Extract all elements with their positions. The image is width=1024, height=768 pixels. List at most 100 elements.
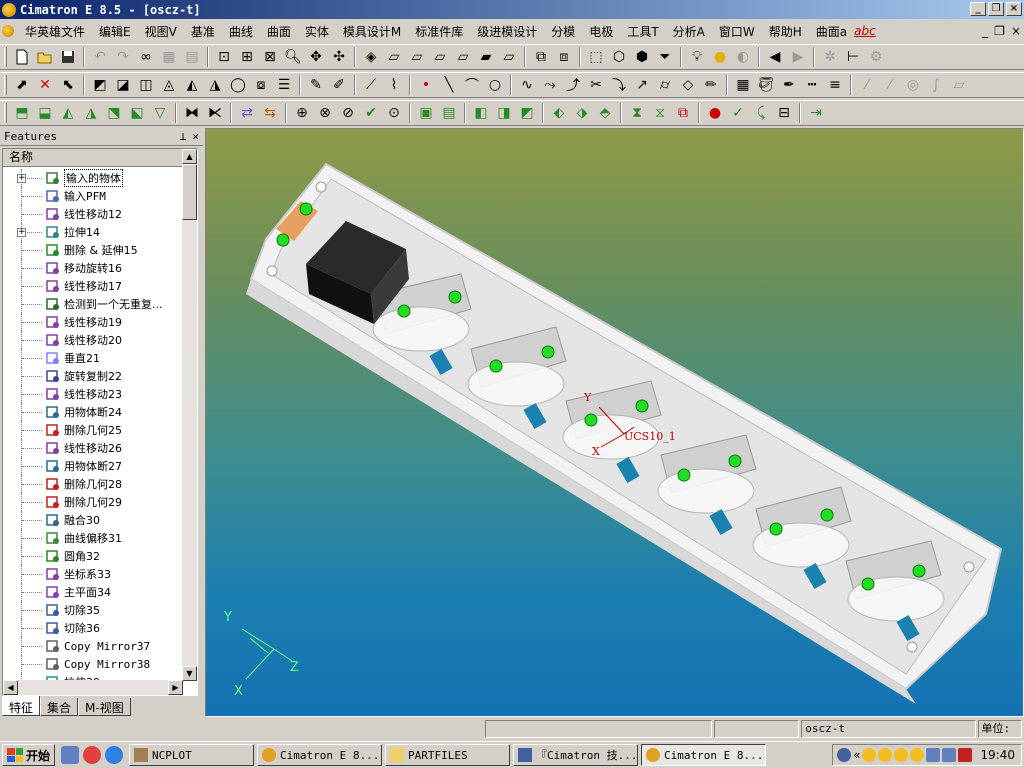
line-style-icon[interactable]: ┅ xyxy=(801,74,823,96)
pattern2-icon[interactable]: ▤ xyxy=(438,102,460,124)
sketch-icon[interactable]: ✎ xyxy=(305,74,327,96)
task-cimatron-2[interactable]: Cimatron E 8.... xyxy=(641,744,767,766)
view-right-icon[interactable]: ▱ xyxy=(429,46,451,68)
feature-tree-item[interactable]: 线性移动17 xyxy=(3,277,183,295)
desktop-icon[interactable] xyxy=(61,746,80,764)
restore-button[interactable]: ❐ xyxy=(988,2,1004,16)
boolean2-icon[interactable]: ⊗ xyxy=(314,102,336,124)
run-icon[interactable]: ⇥ xyxy=(805,102,827,124)
feature-tree-item[interactable]: 曲线偏移31 xyxy=(3,529,183,547)
menu-electrode[interactable]: 电极 xyxy=(582,21,620,42)
mirror-icon[interactable]: ⧓ xyxy=(181,102,203,124)
solid-extrude-icon[interactable]: ⬒ xyxy=(11,102,33,124)
split-icon[interactable]: ◧ xyxy=(470,102,492,124)
new-file-icon[interactable] xyxy=(11,46,33,68)
view-front-icon[interactable]: ▱ xyxy=(383,46,405,68)
ie-icon[interactable] xyxy=(105,746,124,764)
menu-help[interactable]: 帮助H xyxy=(762,21,809,42)
arc-icon[interactable]: ⌒ xyxy=(461,74,483,96)
menu-view[interactable]: 视图V xyxy=(138,21,184,42)
tray-monitor-icon[interactable] xyxy=(926,748,941,762)
scroll-right-arrow-icon[interactable]: ▶ xyxy=(168,680,183,695)
feature-tree-item[interactable]: 检测到一个无重复... xyxy=(3,295,183,313)
menu-edit[interactable]: 编辑E xyxy=(92,21,138,42)
curve-trim-icon[interactable]: ⤴ xyxy=(562,74,584,96)
player-icon[interactable] xyxy=(83,746,102,764)
cut-tool2-icon[interactable]: ⬗ xyxy=(571,102,593,124)
tray-chat2-icon[interactable] xyxy=(910,748,925,762)
light-dim-icon[interactable]: ◐ xyxy=(732,46,754,68)
menu-curve[interactable]: 曲线 xyxy=(222,21,260,42)
menu-window[interactable]: 窗口W xyxy=(712,21,762,42)
tray-network-icon[interactable] xyxy=(837,748,852,762)
tab-m-view[interactable]: M-视图 xyxy=(78,698,131,716)
tray-volume-icon[interactable] xyxy=(942,748,957,762)
isolate-icon[interactable]: ◯ xyxy=(227,74,249,96)
paint-bucket-icon[interactable]: 🪣︎ xyxy=(755,74,777,96)
curve-chain-icon[interactable]: ⤵ xyxy=(608,74,630,96)
feature-tree-item[interactable]: 融合30 xyxy=(3,511,183,529)
heal-icon[interactable]: ⊙ xyxy=(383,102,405,124)
feature-tree-item[interactable]: 删除 & 延伸15 xyxy=(3,241,183,259)
curve-split-icon[interactable]: ✂ xyxy=(585,74,607,96)
feature-tree-item[interactable]: 线性移动26 xyxy=(3,439,183,457)
redo-icon[interactable]: ↷ xyxy=(112,46,134,68)
tree-horizontal-scrollbar[interactable]: ◀ ▶ xyxy=(3,680,183,695)
curve-offset-tool-icon[interactable]: ⤳ xyxy=(539,74,561,96)
task-cimatron-1[interactable]: Cimatron E 8.... xyxy=(257,744,383,766)
layers-icon[interactable]: ⧈ xyxy=(553,46,575,68)
light-bulb-on-icon[interactable]: ● xyxy=(709,46,731,68)
menu-file[interactable]: 华英雄文件 xyxy=(18,21,92,42)
undo-icon[interactable]: ↶ xyxy=(89,46,111,68)
task-cimatron-tech[interactable]: 『Cimatron 技... xyxy=(513,744,639,766)
line-weight-icon[interactable]: ≡ xyxy=(824,74,846,96)
spline-icon[interactable]: ∿ xyxy=(516,74,538,96)
color-picker-icon[interactable]: ✒ xyxy=(778,74,800,96)
sketch-edit-icon[interactable]: ✐ xyxy=(328,74,350,96)
close-button[interactable]: × xyxy=(1006,2,1022,16)
draw-line-icon[interactable]: ⁄ xyxy=(856,74,878,96)
menu-parting[interactable]: 分模 xyxy=(544,21,582,42)
prev-view-icon[interactable]: ◀ xyxy=(764,46,786,68)
solid-revolve-icon[interactable]: ⬓ xyxy=(34,102,56,124)
cylinder-icon[interactable]: ⌭ xyxy=(654,74,676,96)
zoom-all-icon[interactable]: ⊡ xyxy=(213,46,235,68)
view-left-icon[interactable]: ▱ xyxy=(498,46,520,68)
pin-icon[interactable]: ⊥ xyxy=(180,130,187,143)
surface-icon[interactable]: ◇ xyxy=(677,74,699,96)
feature-tree-item[interactable]: 线性移动20 xyxy=(3,331,183,349)
line-3d-icon[interactable]: ⟋ xyxy=(360,74,382,96)
tab-features[interactable]: 特征 xyxy=(2,696,41,716)
feature-tree-item[interactable]: 旋转复制22 xyxy=(3,367,183,385)
display-mode-icon[interactable]: ⧉ xyxy=(530,46,552,68)
menu-mold-design[interactable]: 模具设计M xyxy=(336,21,408,42)
feature-tree-item[interactable]: 圆角32 xyxy=(3,547,183,565)
menu-surface-a[interactable]: 曲面a xyxy=(809,21,854,42)
mdi-minimize-button[interactable]: _ xyxy=(982,24,988,38)
tree-expander-icon[interactable]: + xyxy=(17,227,26,237)
solid-draft-icon[interactable]: ⬕ xyxy=(126,102,148,124)
circle-icon[interactable]: ○ xyxy=(484,74,506,96)
transform-icon[interactable]: ⇄ xyxy=(236,102,258,124)
analysis-icon[interactable]: ⧗ xyxy=(626,102,648,124)
group-icon[interactable]: ⧇ xyxy=(250,74,272,96)
tray-qq-icon[interactable] xyxy=(862,748,877,762)
list-icon[interactable]: ☰ xyxy=(273,74,295,96)
project-curve-icon[interactable]: ↗ xyxy=(631,74,653,96)
show-all-icon[interactable]: ◩ xyxy=(89,74,111,96)
zoom-icon[interactable]: 🔍︎ xyxy=(282,46,304,68)
mdi-restore-button[interactable]: ❐ xyxy=(994,24,1005,38)
unblank-icon[interactable]: ◭ xyxy=(181,74,203,96)
wireframe-icon[interactable]: ⬡ xyxy=(608,46,630,68)
view-iso-icon[interactable]: ◈ xyxy=(360,46,382,68)
next-view-icon[interactable]: ▶ xyxy=(787,46,809,68)
view-back-icon[interactable]: ▱ xyxy=(452,46,474,68)
render-dropdown-icon[interactable]: ⏷ xyxy=(654,46,676,68)
draw-curve-icon[interactable]: ∫ xyxy=(925,74,947,96)
blank-icon[interactable]: ◬ xyxy=(158,74,180,96)
solid-fillet-icon[interactable]: ▽ xyxy=(149,102,171,124)
boolean3-icon[interactable]: ⊘ xyxy=(337,102,359,124)
zoom-fit-icon[interactable]: ⊠ xyxy=(259,46,281,68)
feature-tree-item[interactable]: 删除几何29 xyxy=(3,493,183,511)
feature-tree-item[interactable]: 切除36 xyxy=(3,619,183,637)
